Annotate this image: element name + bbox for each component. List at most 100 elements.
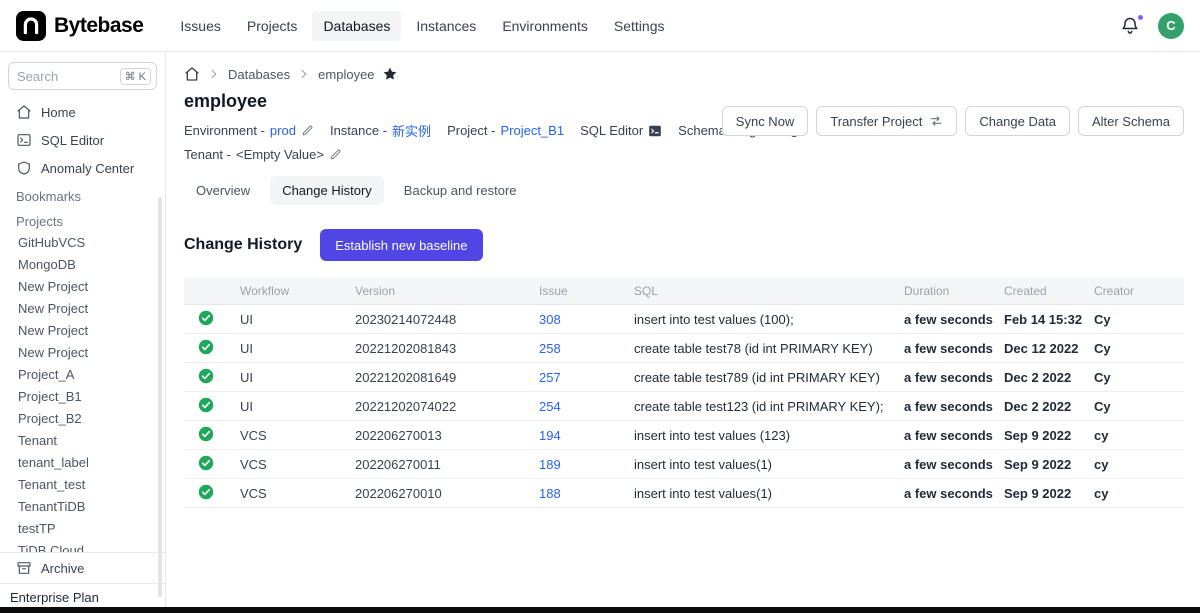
- section-title: Change History: [184, 236, 302, 254]
- button-label: Change Data: [979, 114, 1056, 129]
- table-row[interactable]: VCS202206270011189insert into test value…: [184, 450, 1184, 479]
- sidebar-project-item[interactable]: GitHubVCS: [0, 232, 165, 254]
- bytebase-logo-icon: [16, 11, 46, 41]
- sql-editor-link[interactable]: SQL Editor: [580, 123, 662, 138]
- top-bar-right: C: [1120, 13, 1184, 39]
- issue-link[interactable]: 258: [539, 341, 634, 356]
- tenant-meta-row: Tenant - <Empty Value>: [184, 147, 1184, 162]
- sidebar-project-item[interactable]: testTP: [0, 518, 165, 540]
- sync-now-button[interactable]: Sync Now: [722, 106, 809, 136]
- column-header-duration: Duration: [904, 284, 1004, 298]
- chevron-right-icon: [297, 67, 311, 81]
- table-row[interactable]: UI20221202074022254create table test123 …: [184, 392, 1184, 421]
- topnav-item-databases[interactable]: Databases: [312, 11, 401, 41]
- table-row[interactable]: VCS202206270013194insert into test value…: [184, 421, 1184, 450]
- sidebar-item-sql-editor[interactable]: SQL Editor: [0, 126, 165, 154]
- search-input[interactable]: [17, 69, 120, 84]
- sidebar-project-item[interactable]: New Project: [0, 342, 165, 364]
- archive-icon: [16, 560, 32, 576]
- cell-sql: create table test78 (id int PRIMARY KEY): [634, 341, 904, 356]
- bookmark-star-icon[interactable]: [382, 66, 398, 82]
- sidebar-project-item[interactable]: Project_B2: [0, 408, 165, 430]
- sql-editor-icon: [648, 124, 662, 138]
- sidebar-item-label: SQL Editor: [41, 133, 104, 148]
- project-label: Project -: [447, 123, 495, 138]
- topnav-item-issues[interactable]: Issues: [169, 11, 231, 41]
- check-circle-icon: [198, 339, 214, 355]
- sidebar-project-item[interactable]: Project_A: [0, 364, 165, 386]
- table-row[interactable]: UI20221202081843258create table test78 (…: [184, 334, 1184, 363]
- status-cell: [184, 310, 240, 329]
- topnav-item-projects[interactable]: Projects: [236, 11, 309, 41]
- project-link[interactable]: Project_B1: [500, 123, 564, 138]
- cell-duration: a few seconds: [904, 486, 1004, 501]
- cell-workflow: UI: [240, 341, 355, 356]
- notifications-button[interactable]: [1120, 15, 1142, 37]
- sidebar-project-item[interactable]: New Project: [0, 298, 165, 320]
- sidebar-nav: Home SQL Editor Anomaly Center: [0, 98, 165, 182]
- table-row[interactable]: VCS202206270010188insert into test value…: [184, 479, 1184, 508]
- cell-sql: insert into test values(1): [634, 486, 904, 501]
- tab-overview[interactable]: Overview: [184, 176, 262, 205]
- table-row[interactable]: UI20221202081649257create table test789 …: [184, 363, 1184, 392]
- alter-schema-button[interactable]: Alter Schema: [1078, 106, 1184, 136]
- projects-section-label: Projects: [0, 207, 165, 232]
- shield-icon: [16, 160, 32, 176]
- establish-baseline-button[interactable]: Establish new baseline: [320, 229, 482, 261]
- environment-meta: Environment - prod: [184, 123, 314, 138]
- topnav-item-environments[interactable]: Environments: [491, 11, 599, 41]
- edit-pencil-icon[interactable]: [329, 148, 342, 161]
- issue-link[interactable]: 308: [539, 312, 634, 327]
- project-meta: Project - Project_B1: [447, 123, 564, 138]
- sidebar-project-item[interactable]: tenant_label: [0, 452, 165, 474]
- main-content: Databases employee employee Environment …: [166, 52, 1200, 613]
- issue-link[interactable]: 189: [539, 457, 634, 472]
- cell-sql: insert into test values (123): [634, 428, 904, 443]
- status-cell: [184, 455, 240, 474]
- top-nav: IssuesProjectsDatabasesInstancesEnvironm…: [169, 11, 675, 41]
- sidebar-item-anomaly-center[interactable]: Anomaly Center: [0, 154, 165, 182]
- issue-link[interactable]: 194: [539, 428, 634, 443]
- cell-sql: insert into test values (100);: [634, 312, 904, 327]
- status-cell: [184, 339, 240, 358]
- avatar[interactable]: C: [1158, 13, 1184, 39]
- sidebar-project-item[interactable]: Tenant_test: [0, 474, 165, 496]
- sidebar-item-home[interactable]: Home: [0, 98, 165, 126]
- transfer-project-button[interactable]: Transfer Project: [816, 106, 957, 136]
- sidebar-project-item[interactable]: New Project: [0, 320, 165, 342]
- topnav-item-instances[interactable]: Instances: [405, 11, 487, 41]
- cell-creator: Cy: [1094, 399, 1184, 414]
- change-data-button[interactable]: Change Data: [965, 106, 1070, 136]
- column-header-workflow: Workflow: [240, 284, 355, 298]
- tab-change-history[interactable]: Change History: [270, 176, 384, 205]
- tenant-meta: Tenant - <Empty Value>: [184, 147, 342, 162]
- sidebar-project-item[interactable]: Project_B1: [0, 386, 165, 408]
- bytebase-logo[interactable]: Bytebase: [16, 11, 143, 41]
- sidebar-item-archive[interactable]: Archive: [0, 553, 165, 583]
- cell-creator: cy: [1094, 457, 1184, 472]
- issue-link[interactable]: 188: [539, 486, 634, 501]
- breadcrumb-item-databases[interactable]: Databases: [228, 67, 290, 82]
- edit-pencil-icon[interactable]: [301, 124, 314, 137]
- column-header-issue: Issue: [539, 284, 634, 298]
- sidebar-item-label: Anomaly Center: [41, 161, 134, 176]
- home-icon[interactable]: [184, 66, 200, 82]
- topnav-item-settings[interactable]: Settings: [603, 11, 676, 41]
- project-list: GitHubVCSMongoDBNew ProjectNew ProjectNe…: [0, 232, 165, 552]
- search-box[interactable]: ⌘ K: [8, 62, 157, 90]
- instance-link[interactable]: 新实例: [392, 121, 431, 140]
- environment-link[interactable]: prod: [270, 123, 296, 138]
- top-bar: Bytebase IssuesProjectsDatabasesInstance…: [0, 0, 1200, 52]
- breadcrumb-item-employee[interactable]: employee: [318, 67, 374, 82]
- issue-link[interactable]: 254: [539, 399, 634, 414]
- sidebar-project-item[interactable]: TenantTiDB: [0, 496, 165, 518]
- table-row[interactable]: UI20230214072448308insert into test valu…: [184, 305, 1184, 334]
- sidebar-project-item[interactable]: Tenant: [0, 430, 165, 452]
- cell-creator: cy: [1094, 486, 1184, 501]
- sidebar-scrollbar[interactable]: [158, 197, 162, 597]
- issue-link[interactable]: 257: [539, 370, 634, 385]
- sidebar-project-item[interactable]: TiDB Cloud: [0, 540, 165, 552]
- sidebar-project-item[interactable]: MongoDB: [0, 254, 165, 276]
- sidebar-project-item[interactable]: New Project: [0, 276, 165, 298]
- tab-backup-and-restore[interactable]: Backup and restore: [392, 176, 529, 205]
